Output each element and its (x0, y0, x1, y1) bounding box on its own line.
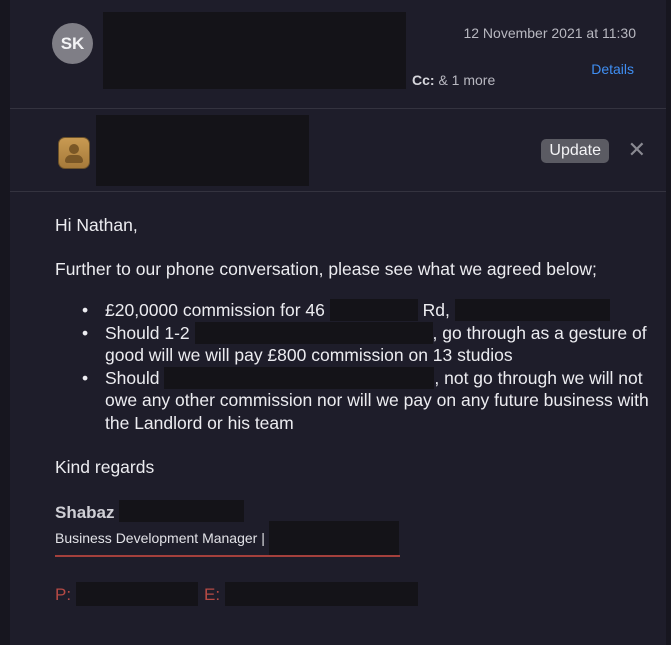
cc-label: Cc: (412, 72, 435, 88)
sender-avatar: SK (52, 23, 93, 64)
redacted-contact-info (96, 115, 309, 186)
message-greeting: Hi Nathan, (55, 215, 138, 235)
list-item: £20,0000 commission for 46 Rd, (82, 299, 665, 322)
redacted-text (268, 521, 399, 555)
cc-value[interactable]: & 1 more (438, 72, 495, 88)
signature-name: Shabaz (55, 500, 245, 523)
message-intro: Further to our phone conversation, pleas… (55, 259, 597, 279)
window-frame-left (0, 0, 10, 645)
window-frame-right (666, 0, 671, 645)
redacted-text (75, 582, 198, 606)
redacted-sender-info (103, 12, 406, 89)
redacted-text (119, 500, 245, 522)
redacted-text (454, 299, 610, 321)
list-item: Should , not go through we will not owe … (82, 366, 665, 435)
redacted-text (164, 366, 435, 389)
close-icon[interactable]: ✕ (628, 137, 646, 163)
banner-divider (10, 191, 666, 192)
cc-line: Cc: & 1 more (412, 72, 495, 88)
signature-divider (55, 555, 400, 557)
contacts-card-icon (58, 137, 90, 169)
redacted-text (329, 299, 418, 321)
message-date: 12 November 2021 at 11:30 (463, 25, 636, 41)
signature-title: Business Development Manager | (55, 521, 399, 555)
redacted-text (224, 582, 418, 606)
details-link[interactable]: Details (591, 61, 634, 77)
signature-phone: P: (55, 582, 198, 606)
list-item: Should 1-2 , go through as a gesture of … (82, 321, 665, 367)
update-button[interactable]: Update (541, 139, 609, 163)
agreement-list: £20,0000 commission for 46 Rd, Should 1-… (55, 299, 665, 435)
contact-update-banner: Update ✕ (10, 109, 666, 191)
message-closing: Kind regards (55, 457, 155, 477)
redacted-text (194, 321, 433, 344)
signature-email: E: (204, 582, 418, 606)
message-header: SK 12 November 2021 at 11:30 Cc: & 1 mor… (10, 0, 666, 108)
